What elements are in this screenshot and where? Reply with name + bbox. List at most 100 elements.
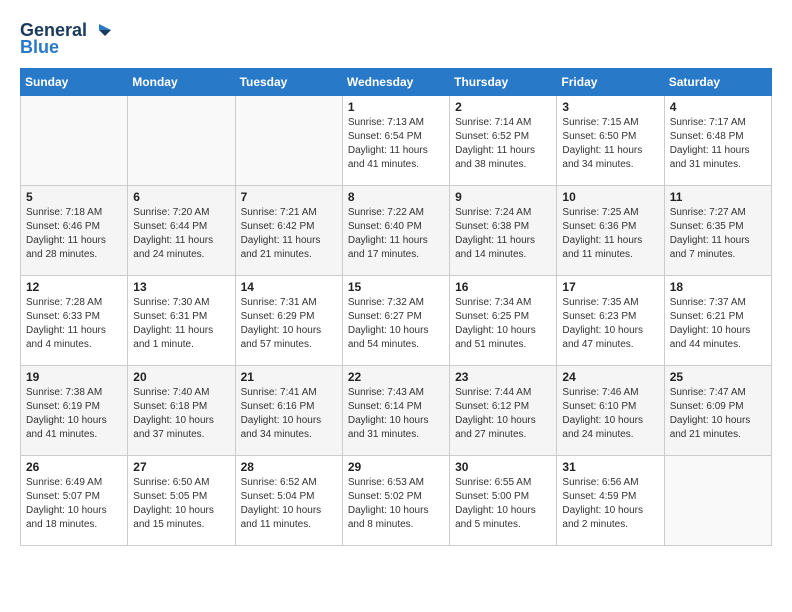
calendar-day-cell: 21 Sunrise: 7:41 AMSunset: 6:16 PMDaylig… xyxy=(235,366,342,456)
day-number: 22 xyxy=(348,370,444,384)
calendar-week-row: 12 Sunrise: 7:28 AMSunset: 6:33 PMDaylig… xyxy=(21,276,772,366)
logo: General Blue xyxy=(20,20,111,58)
day-number: 8 xyxy=(348,190,444,204)
day-number: 20 xyxy=(133,370,229,384)
calendar-day-cell: 4 Sunrise: 7:17 AMSunset: 6:48 PMDayligh… xyxy=(664,96,771,186)
calendar-day-cell xyxy=(664,456,771,546)
calendar-day-cell xyxy=(21,96,128,186)
calendar-day-cell: 14 Sunrise: 7:31 AMSunset: 6:29 PMDaylig… xyxy=(235,276,342,366)
day-number: 5 xyxy=(26,190,122,204)
weekday-header-cell: Monday xyxy=(128,69,235,96)
weekday-header-cell: Thursday xyxy=(450,69,557,96)
calendar-day-cell: 15 Sunrise: 7:32 AMSunset: 6:27 PMDaylig… xyxy=(342,276,449,366)
calendar-day-cell: 20 Sunrise: 7:40 AMSunset: 6:18 PMDaylig… xyxy=(128,366,235,456)
day-info: Sunrise: 7:15 AMSunset: 6:50 PMDaylight:… xyxy=(562,116,658,172)
calendar-day-cell: 10 Sunrise: 7:25 AMSunset: 6:36 PMDaylig… xyxy=(557,186,664,276)
day-info: Sunrise: 7:31 AMSunset: 6:29 PMDaylight:… xyxy=(241,296,337,352)
day-number: 10 xyxy=(562,190,658,204)
weekday-header-cell: Wednesday xyxy=(342,69,449,96)
day-number: 25 xyxy=(670,370,766,384)
day-info: Sunrise: 7:32 AMSunset: 6:27 PMDaylight:… xyxy=(348,296,444,352)
day-info: Sunrise: 7:25 AMSunset: 6:36 PMDaylight:… xyxy=(562,206,658,262)
calendar-day-cell: 19 Sunrise: 7:38 AMSunset: 6:19 PMDaylig… xyxy=(21,366,128,456)
calendar-day-cell: 11 Sunrise: 7:27 AMSunset: 6:35 PMDaylig… xyxy=(664,186,771,276)
day-info: Sunrise: 7:17 AMSunset: 6:48 PMDaylight:… xyxy=(670,116,766,172)
day-number: 21 xyxy=(241,370,337,384)
calendar-week-row: 5 Sunrise: 7:18 AMSunset: 6:46 PMDayligh… xyxy=(21,186,772,276)
day-info: Sunrise: 7:35 AMSunset: 6:23 PMDaylight:… xyxy=(562,296,658,352)
day-number: 29 xyxy=(348,460,444,474)
calendar-day-cell xyxy=(235,96,342,186)
day-info: Sunrise: 7:38 AMSunset: 6:19 PMDaylight:… xyxy=(26,386,122,442)
weekday-header-cell: Friday xyxy=(557,69,664,96)
weekday-header-cell: Sunday xyxy=(21,69,128,96)
calendar-week-row: 19 Sunrise: 7:38 AMSunset: 6:19 PMDaylig… xyxy=(21,366,772,456)
day-number: 18 xyxy=(670,280,766,294)
day-info: Sunrise: 7:46 AMSunset: 6:10 PMDaylight:… xyxy=(562,386,658,442)
day-info: Sunrise: 6:49 AMSunset: 5:07 PMDaylight:… xyxy=(26,476,122,532)
calendar-day-cell: 30 Sunrise: 6:55 AMSunset: 5:00 PMDaylig… xyxy=(450,456,557,546)
calendar-day-cell: 28 Sunrise: 6:52 AMSunset: 5:04 PMDaylig… xyxy=(235,456,342,546)
day-number: 23 xyxy=(455,370,551,384)
day-number: 27 xyxy=(133,460,229,474)
calendar-day-cell xyxy=(128,96,235,186)
day-number: 19 xyxy=(26,370,122,384)
day-number: 16 xyxy=(455,280,551,294)
day-info: Sunrise: 6:52 AMSunset: 5:04 PMDaylight:… xyxy=(241,476,337,532)
day-info: Sunrise: 7:18 AMSunset: 6:46 PMDaylight:… xyxy=(26,206,122,262)
calendar-day-cell: 18 Sunrise: 7:37 AMSunset: 6:21 PMDaylig… xyxy=(664,276,771,366)
day-info: Sunrise: 7:47 AMSunset: 6:09 PMDaylight:… xyxy=(670,386,766,442)
day-info: Sunrise: 7:28 AMSunset: 6:33 PMDaylight:… xyxy=(26,296,122,352)
day-number: 9 xyxy=(455,190,551,204)
calendar-day-cell: 29 Sunrise: 6:53 AMSunset: 5:02 PMDaylig… xyxy=(342,456,449,546)
day-number: 2 xyxy=(455,100,551,114)
day-info: Sunrise: 7:21 AMSunset: 6:42 PMDaylight:… xyxy=(241,206,337,262)
day-info: Sunrise: 6:56 AMSunset: 4:59 PMDaylight:… xyxy=(562,476,658,532)
logo-text-blue: Blue xyxy=(20,37,59,58)
calendar-day-cell: 13 Sunrise: 7:30 AMSunset: 6:31 PMDaylig… xyxy=(128,276,235,366)
calendar-day-cell: 7 Sunrise: 7:21 AMSunset: 6:42 PMDayligh… xyxy=(235,186,342,276)
day-number: 28 xyxy=(241,460,337,474)
day-number: 3 xyxy=(562,100,658,114)
day-info: Sunrise: 7:13 AMSunset: 6:54 PMDaylight:… xyxy=(348,116,444,172)
calendar-day-cell: 2 Sunrise: 7:14 AMSunset: 6:52 PMDayligh… xyxy=(450,96,557,186)
calendar-day-cell: 12 Sunrise: 7:28 AMSunset: 6:33 PMDaylig… xyxy=(21,276,128,366)
day-info: Sunrise: 7:27 AMSunset: 6:35 PMDaylight:… xyxy=(670,206,766,262)
calendar-day-cell: 16 Sunrise: 7:34 AMSunset: 6:25 PMDaylig… xyxy=(450,276,557,366)
day-number: 11 xyxy=(670,190,766,204)
day-info: Sunrise: 7:20 AMSunset: 6:44 PMDaylight:… xyxy=(133,206,229,262)
day-info: Sunrise: 6:50 AMSunset: 5:05 PMDaylight:… xyxy=(133,476,229,532)
calendar-day-cell: 27 Sunrise: 6:50 AMSunset: 5:05 PMDaylig… xyxy=(128,456,235,546)
day-info: Sunrise: 7:14 AMSunset: 6:52 PMDaylight:… xyxy=(455,116,551,172)
day-number: 1 xyxy=(348,100,444,114)
calendar-day-cell: 6 Sunrise: 7:20 AMSunset: 6:44 PMDayligh… xyxy=(128,186,235,276)
calendar-day-cell: 3 Sunrise: 7:15 AMSunset: 6:50 PMDayligh… xyxy=(557,96,664,186)
day-number: 15 xyxy=(348,280,444,294)
day-info: Sunrise: 7:22 AMSunset: 6:40 PMDaylight:… xyxy=(348,206,444,262)
day-number: 24 xyxy=(562,370,658,384)
calendar-day-cell: 24 Sunrise: 7:46 AMSunset: 6:10 PMDaylig… xyxy=(557,366,664,456)
day-info: Sunrise: 7:34 AMSunset: 6:25 PMDaylight:… xyxy=(455,296,551,352)
weekday-header-cell: Saturday xyxy=(664,69,771,96)
day-number: 14 xyxy=(241,280,337,294)
day-number: 31 xyxy=(562,460,658,474)
day-number: 26 xyxy=(26,460,122,474)
calendar-day-cell: 23 Sunrise: 7:44 AMSunset: 6:12 PMDaylig… xyxy=(450,366,557,456)
day-info: Sunrise: 6:53 AMSunset: 5:02 PMDaylight:… xyxy=(348,476,444,532)
calendar-day-cell: 31 Sunrise: 6:56 AMSunset: 4:59 PMDaylig… xyxy=(557,456,664,546)
calendar-day-cell: 22 Sunrise: 7:43 AMSunset: 6:14 PMDaylig… xyxy=(342,366,449,456)
page-header: General Blue xyxy=(20,20,772,58)
calendar-week-row: 1 Sunrise: 7:13 AMSunset: 6:54 PMDayligh… xyxy=(21,96,772,186)
calendar-day-cell: 5 Sunrise: 7:18 AMSunset: 6:46 PMDayligh… xyxy=(21,186,128,276)
day-number: 12 xyxy=(26,280,122,294)
weekday-header-cell: Tuesday xyxy=(235,69,342,96)
day-number: 7 xyxy=(241,190,337,204)
logo-bird-icon xyxy=(89,22,111,40)
day-info: Sunrise: 7:40 AMSunset: 6:18 PMDaylight:… xyxy=(133,386,229,442)
calendar-week-row: 26 Sunrise: 6:49 AMSunset: 5:07 PMDaylig… xyxy=(21,456,772,546)
day-info: Sunrise: 7:44 AMSunset: 6:12 PMDaylight:… xyxy=(455,386,551,442)
calendar-day-cell: 8 Sunrise: 7:22 AMSunset: 6:40 PMDayligh… xyxy=(342,186,449,276)
day-number: 30 xyxy=(455,460,551,474)
day-number: 17 xyxy=(562,280,658,294)
calendar-day-cell: 9 Sunrise: 7:24 AMSunset: 6:38 PMDayligh… xyxy=(450,186,557,276)
